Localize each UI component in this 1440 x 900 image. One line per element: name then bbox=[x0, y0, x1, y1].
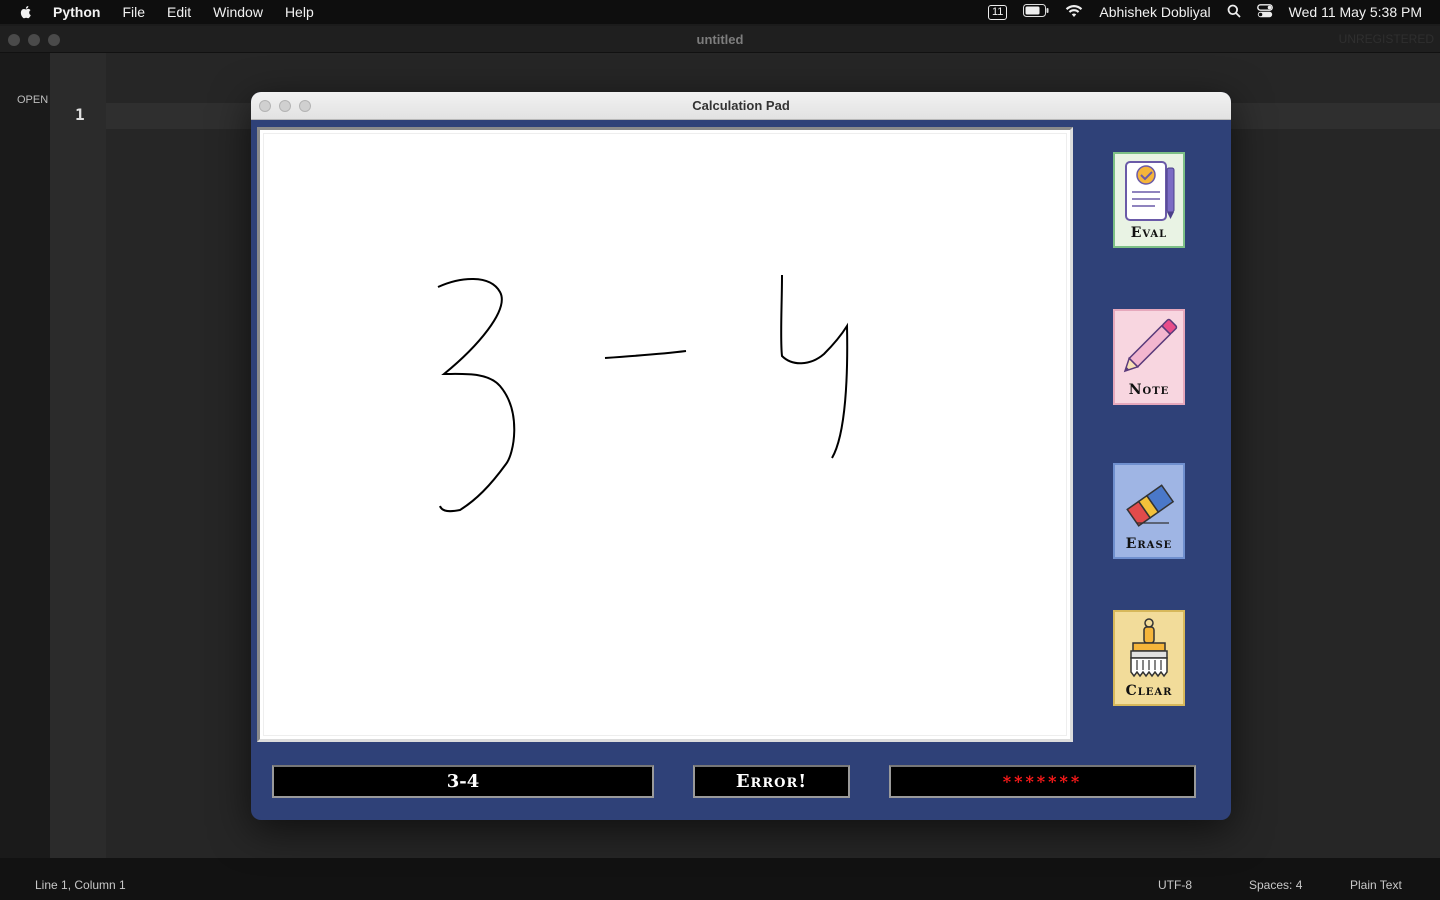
menu-app-name[interactable]: Python bbox=[53, 4, 100, 20]
eval-button[interactable]: Eval bbox=[1113, 152, 1185, 248]
pad-titlebar: Calculation Pad bbox=[251, 92, 1231, 120]
pad-title: Calculation Pad bbox=[692, 98, 790, 113]
menu-bar: Python File Edit Window Help 11 Abhishek… bbox=[0, 0, 1440, 24]
editor-sidebar: OPEN bbox=[0, 53, 50, 858]
sidebar-open-label: OPEN bbox=[17, 94, 49, 106]
line-gutter bbox=[50, 53, 106, 858]
indentation-selector[interactable]: Spaces: 4 bbox=[1249, 878, 1302, 892]
pencil-icon bbox=[1123, 318, 1178, 373]
menu-help[interactable]: Help bbox=[285, 4, 314, 20]
clear-button[interactable]: Clear bbox=[1113, 610, 1185, 706]
eraser-icon bbox=[1126, 484, 1175, 527]
battery-icon[interactable] bbox=[1023, 4, 1049, 20]
paint-brush-icon bbox=[1130, 618, 1168, 678]
encoding-selector[interactable]: UTF-8 bbox=[1158, 878, 1192, 892]
expression-display: 3-4 bbox=[272, 765, 654, 798]
menu-file[interactable]: File bbox=[122, 4, 145, 20]
cursor-position[interactable]: Line 1, Column 1 bbox=[35, 878, 126, 892]
drawing-area[interactable] bbox=[263, 133, 1067, 736]
search-icon[interactable] bbox=[1227, 4, 1241, 21]
editor-titlebar: untitled UNREGISTERED bbox=[0, 26, 1440, 53]
apple-icon[interactable] bbox=[18, 4, 34, 20]
stroke-minus bbox=[604, 350, 687, 359]
unregistered-label: UNREGISTERED bbox=[1338, 32, 1434, 46]
syntax-selector[interactable]: Plain Text bbox=[1350, 878, 1402, 892]
user-name[interactable]: Abhishek Dobliyal bbox=[1099, 4, 1210, 20]
checklist-icon bbox=[1125, 161, 1175, 221]
clock[interactable]: Wed 11 May 5:38 PM bbox=[1289, 4, 1422, 20]
drawing-canvas[interactable] bbox=[257, 127, 1073, 742]
erase-button[interactable]: Erase bbox=[1113, 463, 1185, 559]
note-button[interactable]: Note bbox=[1113, 309, 1185, 405]
calendar-badge-icon[interactable]: 11 bbox=[987, 4, 1008, 20]
stroke-digit-four bbox=[780, 274, 849, 459]
line-number: 1 bbox=[75, 105, 85, 124]
wifi-icon[interactable] bbox=[1065, 4, 1083, 21]
menu-edit[interactable]: Edit bbox=[167, 4, 191, 20]
editor-title: untitled bbox=[696, 32, 744, 47]
result-display: Error! bbox=[693, 765, 850, 798]
control-center-icon[interactable] bbox=[1256, 3, 1273, 21]
calculation-pad-window: Calculation Pad Eval Note Erase Clear 3-… bbox=[251, 92, 1231, 820]
status-bar: Line 1, Column 1 UTF-8 Spaces: 4 Plain T… bbox=[0, 858, 1440, 900]
menu-window[interactable]: Window bbox=[213, 4, 263, 20]
masked-display: ******* bbox=[889, 765, 1196, 798]
handwritten-strokes bbox=[437, 274, 849, 513]
stroke-digit-three bbox=[437, 278, 516, 513]
